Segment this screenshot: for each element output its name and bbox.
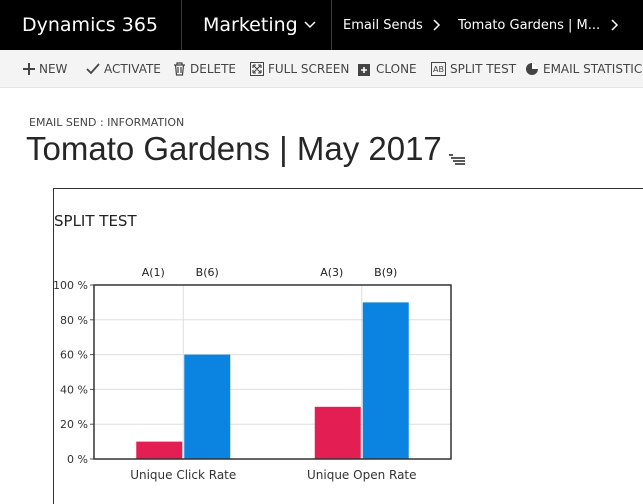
- variant-label: A(3): [320, 266, 343, 279]
- bar: [362, 302, 409, 459]
- bar: [314, 406, 361, 459]
- y-tick-label: 20 %: [60, 418, 88, 431]
- bar: [136, 441, 183, 459]
- x-tick-label: Unique Open Rate: [307, 468, 417, 482]
- split-test-chart: 0 % 20 % 40 % 60 % 80 % 100 % A(1) B(6) Unique C…: [53, 266, 452, 482]
- variant-label: B(6): [196, 266, 219, 279]
- x-tick-label: Unique Click Rate: [130, 468, 236, 482]
- bar: [184, 354, 231, 459]
- variant-label: A(1): [142, 266, 165, 279]
- y-tick-label: 80 %: [60, 314, 88, 327]
- y-tick-label: 0 %: [67, 453, 88, 466]
- variant-label: B(9): [374, 266, 397, 279]
- y-tick-label: 100 %: [53, 279, 88, 292]
- y-tick-label: 40 %: [60, 383, 88, 396]
- y-tick-label: 60 %: [60, 349, 88, 362]
